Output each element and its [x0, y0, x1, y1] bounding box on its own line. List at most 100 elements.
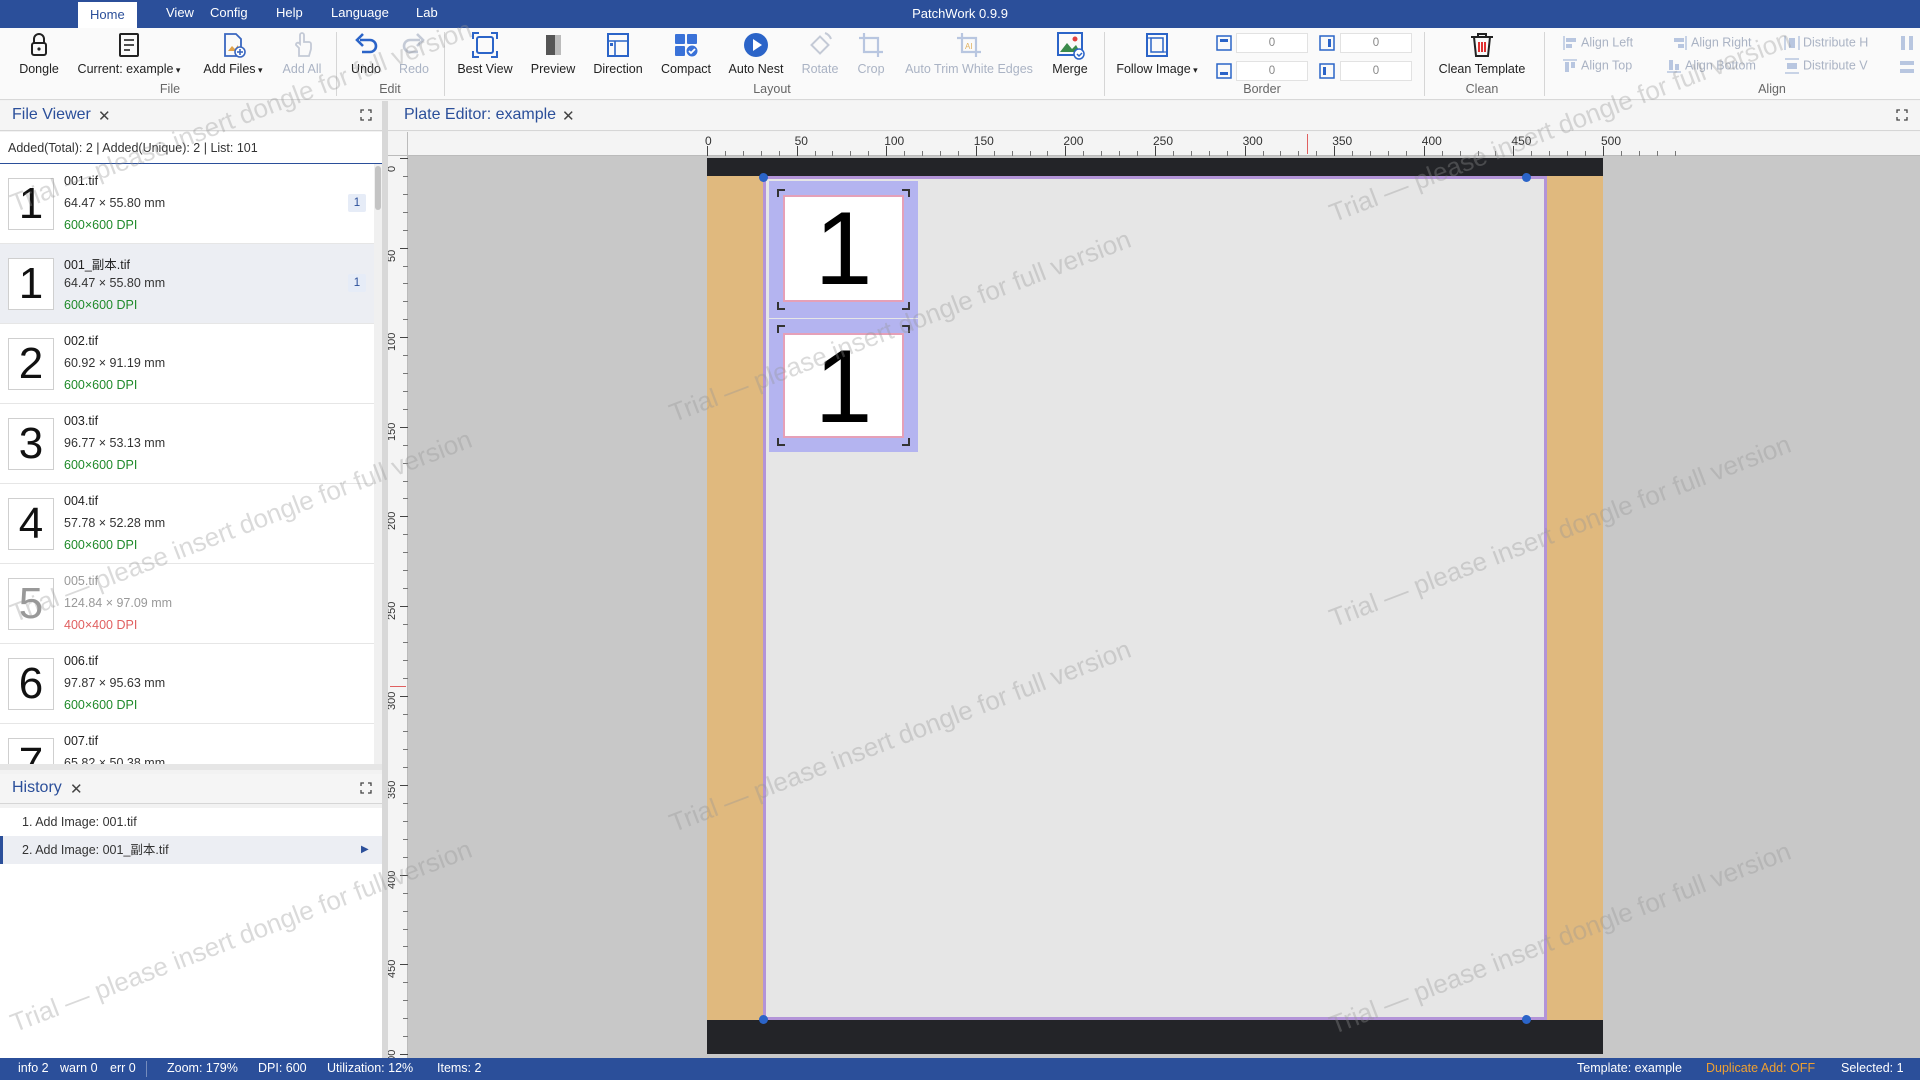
auto-trim-white-edges-button[interactable]: AI Auto Trim White Edges — [900, 30, 1038, 86]
ribbon-separator — [1424, 32, 1425, 96]
file-size: 97.87 × 95.63 mm — [64, 676, 166, 690]
add-all-label: Add All — [282, 62, 322, 76]
file-size: 96.77 × 53.13 mm — [64, 436, 166, 450]
ruler-minor-tick — [403, 821, 408, 823]
history-item[interactable]: 2. Add Image: 001_副本.tif ▶ — [0, 836, 382, 864]
follow-image-button[interactable]: Follow Image ▾ — [1112, 30, 1202, 86]
status-warn: warn 0 — [60, 1061, 98, 1075]
file-dpi: 600×600 DPI — [64, 218, 138, 232]
dongle-button[interactable]: Dongle — [16, 30, 62, 86]
current-template-button[interactable]: Current: example ▾ — [74, 30, 184, 86]
best-view-label: Best View — [457, 62, 513, 76]
placed-image-cell[interactable]: 1 — [769, 181, 918, 318]
add-all-button[interactable]: Add All — [280, 30, 324, 86]
more-distribute-icon[interactable] — [1898, 58, 1916, 76]
crop-button[interactable]: Crop — [854, 30, 888, 86]
expand-icon[interactable] — [360, 109, 372, 121]
ruler-minor-tick — [403, 265, 408, 267]
undo-button[interactable]: Undo — [348, 30, 384, 86]
corner-handle[interactable] — [759, 173, 768, 182]
file-list-item[interactable]: 2 002.tif 60.92 × 91.19 mm 600×600 DPI — [0, 324, 374, 404]
placed-image[interactable]: 1 — [783, 333, 904, 439]
file-list-item[interactable]: 5 005.tif 124.84 × 97.09 mm 400×400 DPI — [0, 564, 374, 644]
plate[interactable]: 1 1 — [707, 158, 1603, 1054]
align-top-button[interactable]: Align Top — [1562, 58, 1632, 74]
file-list: 1 001.tif 64.47 × 55.80 mm 600×600 DPI 1 1 001… — [0, 164, 374, 764]
close-icon[interactable]: ✕ — [98, 107, 111, 125]
ruler-label: 50 — [794, 134, 808, 148]
ruler-label: 300 — [1242, 134, 1263, 148]
menu-home[interactable]: Home — [78, 0, 137, 28]
border-left-input[interactable]: 0 — [1340, 61, 1412, 81]
ruler-minor-tick — [403, 480, 408, 482]
printable-area[interactable]: 1 1 — [763, 176, 1547, 1020]
close-icon[interactable]: ✕ — [562, 107, 575, 125]
file-list-item[interactable]: 1 001_副本.tif 64.47 × 55.80 mm 600×600 DPI 1 — [0, 244, 374, 324]
file-list-scrollbar[interactable] — [374, 164, 382, 764]
ruler-minor-tick — [403, 928, 408, 930]
ruler-minor-tick — [403, 570, 408, 572]
file-list-item[interactable]: 3 003.tif 96.77 × 53.13 mm 600×600 DPI — [0, 404, 374, 484]
ruler-minor-tick — [403, 462, 408, 464]
placed-image-cell[interactable]: 1 — [769, 319, 918, 452]
redo-button[interactable]: Redo — [396, 30, 432, 86]
menu-lab[interactable]: Lab — [404, 0, 450, 28]
expand-icon[interactable] — [360, 782, 372, 794]
ruler-minor-tick — [403, 641, 408, 643]
ruler-label: 450 — [1511, 134, 1532, 148]
file-list-item[interactable]: 1 001.tif 64.47 × 55.80 mm 600×600 DPI 1 — [0, 164, 374, 244]
placed-image[interactable]: 1 — [783, 195, 904, 302]
file-list-item[interactable]: 4 004.tif 57.78 × 52.28 mm 600×600 DPI — [0, 484, 374, 564]
ruler-minor-tick — [403, 677, 408, 679]
expand-icon[interactable] — [1896, 109, 1908, 121]
ruler-minor-tick — [1208, 151, 1210, 156]
more-align-icon[interactable] — [1898, 34, 1916, 52]
preview-icon — [546, 35, 561, 55]
ruler-minor-tick — [1172, 151, 1174, 156]
corner-handle[interactable] — [1522, 1015, 1531, 1024]
menu-config[interactable]: Config — [198, 0, 260, 28]
plate-canvas[interactable]: 050100150200250300350400450500 050100150… — [388, 132, 1920, 1058]
history-item[interactable]: 1. Add Image: 001.tif — [0, 808, 382, 836]
rotate-button[interactable]: Rotate — [798, 30, 842, 86]
align-left-button[interactable]: Align Left — [1562, 35, 1633, 51]
ruler-minor-tick — [1585, 151, 1587, 156]
distribute-v-button[interactable]: Distribute V — [1784, 58, 1868, 74]
ruler-label: 50 — [388, 249, 398, 262]
crop-label: Crop — [857, 62, 885, 76]
file-list-item[interactable]: 6 006.tif 97.87 × 95.63 mm 600×600 DPI — [0, 644, 374, 724]
border-bottom-input[interactable]: 0 — [1236, 61, 1308, 81]
chevron-down-icon: ▾ — [173, 65, 181, 75]
compact-button[interactable]: Compact — [658, 30, 714, 86]
distribute-h-button[interactable]: Distribute H — [1784, 35, 1868, 51]
menu-help[interactable]: Help — [264, 0, 315, 28]
file-list-item[interactable]: 7007.tif65.82 × 50.38 mm600×600 DPI — [0, 724, 374, 764]
clean-template-button[interactable]: Clean Template — [1432, 30, 1532, 86]
corner-handle[interactable] — [1522, 173, 1531, 182]
align-right-button[interactable]: Align Right — [1672, 35, 1751, 51]
preview-button[interactable]: Preview — [526, 30, 580, 86]
close-icon[interactable]: ✕ — [70, 780, 83, 798]
horizontal-ruler: 0 50 100 150 200 250 300 350 400 450 500 — [408, 132, 1920, 156]
scrollbar-thumb[interactable] — [375, 166, 381, 210]
border-top-input[interactable]: 0 — [1236, 33, 1308, 53]
status-duplicate-add[interactable]: Duplicate Add: OFF — [1706, 1061, 1815, 1075]
best-view-button[interactable]: Best View — [454, 30, 516, 86]
file-thumbnail: 4 — [8, 498, 54, 550]
ruler-minor-tick — [922, 151, 924, 156]
add-files-button[interactable]: Add Files ▾ — [200, 30, 266, 86]
status-err: err 0 — [110, 1061, 136, 1075]
panel-splitter[interactable] — [0, 764, 382, 770]
ruler-minor-tick — [1405, 151, 1407, 156]
direction-button[interactable]: Direction — [590, 30, 646, 86]
merge-image-icon — [1057, 32, 1085, 60]
auto-nest-button[interactable]: Auto Nest — [726, 30, 786, 86]
border-right-input[interactable]: 0 — [1340, 33, 1412, 53]
align-bottom-button[interactable]: Align Bottom — [1666, 58, 1756, 74]
menu-language[interactable]: Language — [319, 0, 401, 28]
distribute-h-label: Distribute H — [1803, 35, 1869, 50]
file-dpi: 600×600 DPI — [64, 378, 138, 392]
merge-button[interactable]: Merge — [1050, 30, 1090, 86]
corner-handle[interactable] — [759, 1015, 768, 1024]
border-bottom-icon — [1216, 63, 1232, 79]
